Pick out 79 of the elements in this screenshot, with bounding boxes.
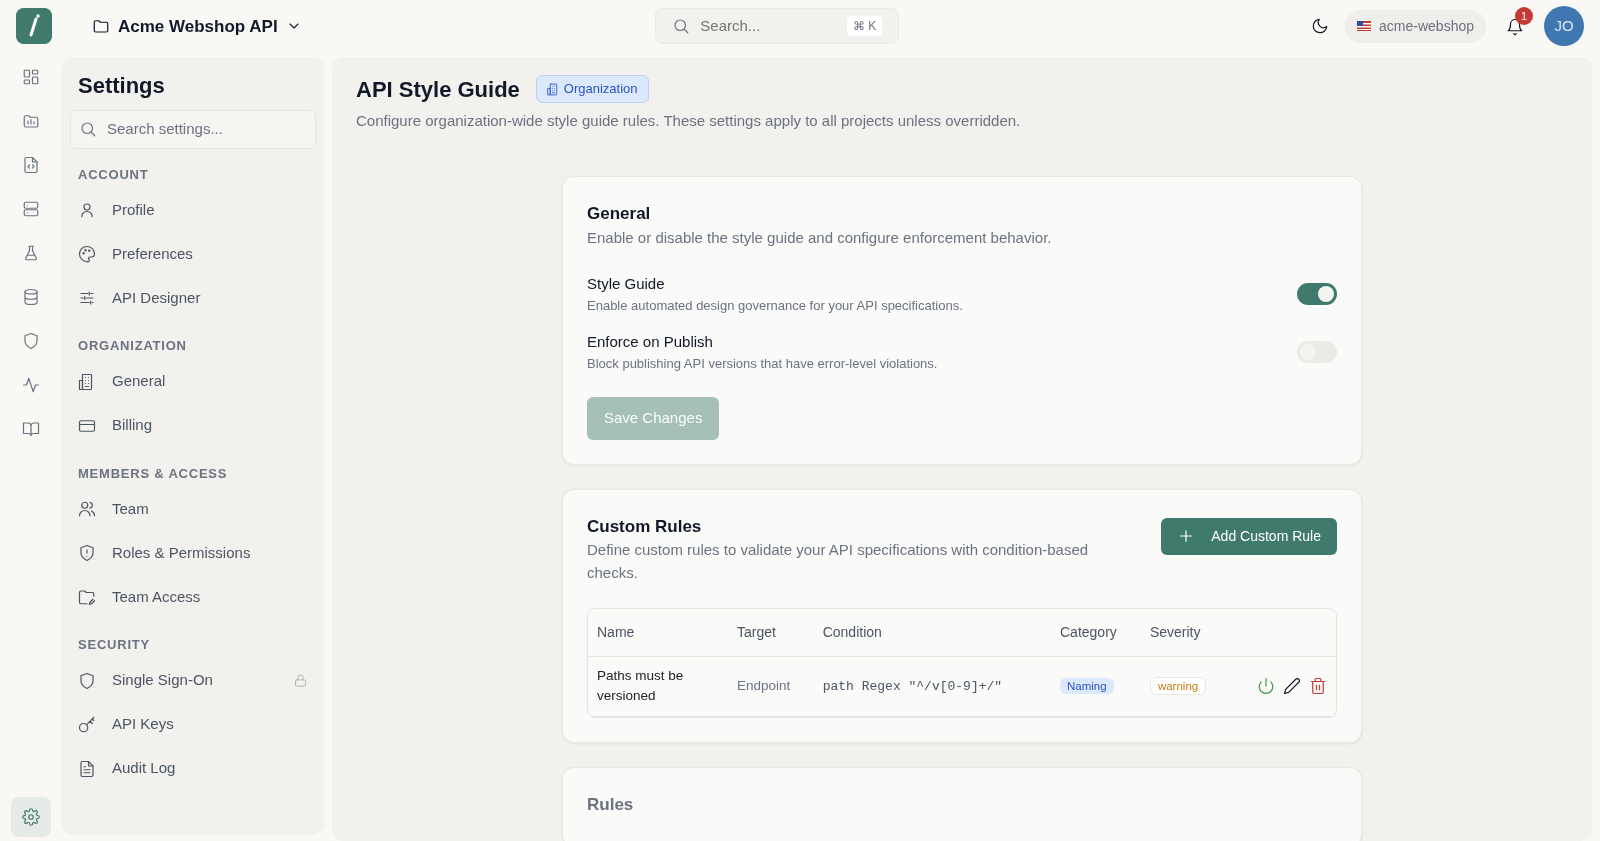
people-icon — [78, 500, 96, 519]
settings-button[interactable] — [11, 797, 51, 837]
section-heading: ACCOUNT — [77, 165, 150, 184]
palette-icon — [78, 245, 96, 264]
code-file-icon — [22, 155, 40, 174]
sidebar-item[interactable]: Team — [70, 487, 316, 532]
shield-icon — [22, 331, 40, 350]
sidebar-item[interactable]: Single Sign-On — [70, 658, 316, 703]
sidebar-item[interactable]: Preferences — [70, 232, 316, 277]
bell-icon[interactable] — [1506, 18, 1524, 37]
card-title: Custom Rules — [587, 515, 703, 538]
table-cell: Endpoint — [728, 656, 814, 717]
category-tag: Naming — [1060, 678, 1114, 695]
sidebar-item[interactable]: General — [70, 359, 316, 404]
section-heading: ORGANIZATION — [77, 337, 188, 356]
setting-label: Enforce on Publish — [587, 332, 714, 353]
card-description: Define custom rules to validate your API specifications with condition-based checks. — [587, 540, 1090, 583]
book-icon — [22, 419, 40, 438]
section-heading: MEMBERS & ACCESS — [77, 464, 229, 483]
sidebar-item[interactable]: Billing — [70, 403, 316, 448]
shield-icon — [78, 671, 96, 690]
shortcut-hint: ⌘ K — [847, 16, 883, 37]
setting-description: Block publishing API versions that have error-level violations. — [587, 354, 939, 373]
page-title: API Style Guide — [356, 75, 520, 104]
settings-icon — [22, 808, 40, 826]
pulse-icon — [22, 375, 40, 394]
pencil-icon[interactable] — [1283, 677, 1301, 696]
rule-name: Paths must be versioned — [588, 656, 728, 717]
column-header: Category — [1051, 609, 1141, 657]
search-icon — [79, 120, 97, 139]
server-icon — [22, 199, 40, 218]
folder-icon — [92, 17, 110, 36]
notification-count: 1 — [1515, 7, 1533, 26]
toggle-switch[interactable] — [1297, 283, 1337, 306]
setting-description: Enable automated design governance for your API specifications. — [587, 296, 964, 315]
settings-search-bar[interactable]: Search settings... — [70, 109, 316, 149]
person-icon — [78, 201, 96, 220]
card-description: Enable or disable the style guide and configure enforcement behavior. — [587, 227, 1053, 248]
moon-icon[interactable] — [1311, 17, 1330, 36]
grid-icon — [22, 67, 40, 86]
sidebar-item[interactable]: API Keys — [70, 702, 316, 747]
setting-label: Style Guide — [587, 274, 666, 295]
search-icon — [672, 17, 691, 36]
column-header: Severity — [1140, 609, 1231, 657]
trash-icon[interactable] — [1309, 677, 1327, 696]
sidebar-item[interactable]: Roles & Permissions — [70, 531, 316, 576]
sidebar-item[interactable]: Team Access — [70, 575, 316, 620]
page-description: Configure organization-wide style guide rules. These settings apply to all projects unless overridden. — [356, 110, 1022, 131]
column-header: Target — [728, 609, 814, 657]
key-icon — [78, 715, 96, 734]
condition-code: path Regex "^/v[0-9]+/" — [822, 679, 1003, 695]
card-title: General — [587, 203, 652, 226]
flag-icon — [1357, 21, 1372, 32]
logo-icon[interactable] — [16, 8, 52, 45]
settings-search-input[interactable]: Search settings... — [105, 116, 307, 142]
card-title: Rules — [587, 793, 635, 816]
section-heading: SECURITY — [77, 636, 151, 655]
sidebar-item[interactable]: API Designer — [70, 276, 316, 321]
add-rule-button[interactable]: Add Custom Rule — [1161, 517, 1337, 555]
user-avatar[interactable]: JO — [1544, 6, 1584, 47]
scope-badge: Organization — [535, 75, 649, 103]
settings-title: Settings — [77, 71, 166, 100]
sliders-icon — [78, 289, 96, 308]
workspace-selector[interactable]: acme-webshop — [1345, 9, 1486, 43]
flask-icon — [22, 243, 40, 262]
search-input[interactable]: Search... — [698, 14, 839, 39]
column-header: Condition — [813, 609, 1051, 657]
power-icon[interactable] — [1257, 677, 1275, 696]
sidebar-item[interactable]: Audit Log — [70, 746, 316, 791]
database-icon — [22, 287, 40, 306]
alert-shield-icon — [78, 544, 96, 563]
sidebar-item[interactable]: Profile — [70, 188, 316, 233]
project-selector[interactable]: Acme Webshop API — [76, 7, 314, 46]
severity-tag: warning — [1149, 677, 1207, 696]
search-bar[interactable]: Search... ⌘ K — [655, 8, 900, 45]
building-icon — [546, 82, 560, 96]
folder-edit-icon — [78, 588, 96, 607]
document-icon — [78, 759, 96, 778]
column-header: Name — [588, 609, 728, 657]
